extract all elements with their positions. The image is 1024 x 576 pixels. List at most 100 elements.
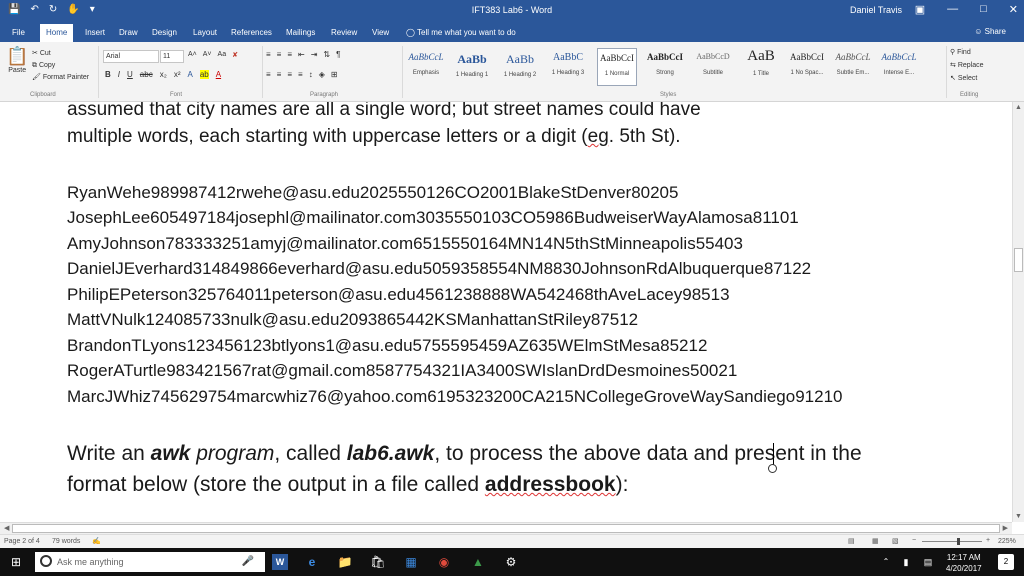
scroll-down-icon[interactable]: ▼ [1015,513,1022,520]
style-heading-1[interactable]: AaBb 1 Heading 1 [452,48,492,86]
font-size-dropdown[interactable]: 11 [160,50,184,63]
style-emphasis[interactable]: AaBbCcL Emphasis [406,48,446,86]
tab-view[interactable]: View [366,26,395,42]
paste-button[interactable]: 📋 Paste [6,46,28,74]
horizontal-scrollbar[interactable]: ◀ ▶ [0,522,1012,534]
select-button[interactable]: ↖ Select [950,72,984,85]
multilevel-list-icon[interactable]: ≡ [287,50,292,59]
increase-indent-icon[interactable]: ⇥ [311,50,318,59]
shrink-font-icon[interactable]: A˅ [203,51,212,59]
format-painter-button[interactable]: 🖌 Format Painter [32,72,89,84]
zoom-level[interactable]: 225% [998,538,1016,545]
notification-center-icon[interactable]: 2 [998,554,1014,570]
pilcrow-icon[interactable]: ¶ [336,50,340,59]
justify-icon[interactable]: ≡ [298,70,303,79]
scroll-thumb[interactable] [1014,248,1023,272]
shading-icon[interactable]: ◈ [319,70,325,79]
align-center-icon[interactable]: ≡ [277,70,282,79]
tab-draw[interactable]: Draw [113,26,144,42]
windows-start-icon[interactable]: ⊞ [8,554,24,570]
borders-icon[interactable]: ⊞ [331,70,338,79]
edge-icon[interactable]: e [304,554,320,570]
bullets-icon[interactable]: ≡ [266,50,271,59]
grow-font-icon[interactable]: A˄ [188,51,197,59]
bold-icon[interactable]: B [105,70,111,79]
tab-mailings[interactable]: Mailings [280,26,321,42]
subscript-icon[interactable]: x₂ [160,70,167,79]
change-case-icon[interactable]: Aa [218,51,227,59]
zoom-in-icon[interactable]: + [986,537,990,544]
style-heading-3[interactable]: AaBbC 1 Heading 3 [548,48,588,86]
italic-icon[interactable]: I [118,70,120,79]
store-icon[interactable]: 🛍 [370,554,386,570]
close-icon[interactable]: ✕ [1009,3,1018,16]
page-count[interactable]: Page 2 of 4 [4,538,40,545]
vertical-scrollbar[interactable]: ▲ ▼ [1012,102,1024,522]
read-mode-icon[interactable]: ▤ [848,537,855,545]
word-app-icon[interactable]: W [272,554,288,570]
numbering-icon[interactable]: ≡ [277,50,282,59]
word-count[interactable]: 79 words [52,538,80,545]
style-heading-2[interactable]: AaBb 1 Heading 2 [500,48,540,86]
strikethrough-icon[interactable]: abc [140,70,153,79]
clear-formatting-icon[interactable]: ✘ [232,51,238,59]
highlight-icon[interactable]: ab [199,70,209,79]
app-icon[interactable]: ▲ [470,554,486,570]
network-icon[interactable]: ▤ [920,554,936,570]
decrease-indent-icon[interactable]: ⇤ [298,50,305,59]
font-name-dropdown[interactable]: Arial [103,50,159,63]
maximize-icon[interactable]: □ [980,3,987,16]
scroll-left-icon[interactable]: ◀ [4,524,9,532]
hscroll-thumb[interactable] [12,524,1000,533]
tab-insert[interactable]: Insert [79,26,111,42]
superscript-icon[interactable]: x² [174,70,181,79]
cut-button[interactable]: ✂ Cut [32,48,89,60]
settings-gear-icon[interactable]: ⚙ [503,554,519,570]
text-effects-icon[interactable]: A [187,70,192,79]
proofing-icon[interactable]: ✍ [92,537,101,545]
zoom-slider-thumb[interactable] [957,538,960,545]
tab-home[interactable]: Home [40,24,74,42]
security-icon[interactable]: ▦ [403,554,419,570]
file-explorer-icon[interactable]: 📁 [337,554,353,570]
style-subtle-emphasis[interactable]: AaBbCcL Subtle Em... [833,48,873,86]
user-name[interactable]: Daniel Travis [850,5,902,15]
scroll-up-icon[interactable]: ▲ [1015,104,1022,111]
chrome-icon[interactable]: ◉ [436,554,452,570]
battery-icon[interactable]: ▮ [898,554,914,570]
style-normal[interactable]: AaBbCcI 1 Normal [597,48,637,86]
tell-me-box[interactable]: ◯ Tell me what you want to do [400,26,522,42]
align-right-icon[interactable]: ≡ [287,70,292,79]
tab-layout[interactable]: Layout [187,26,223,42]
spelling-error[interactable]: eg [588,126,609,147]
style-subtitle[interactable]: AaBbCcD Subtitle [693,48,733,86]
cortana-search-box[interactable]: Ask me anything [35,552,265,572]
line-spacing-icon[interactable]: ↕ [309,70,313,79]
font-color-icon[interactable]: A [216,70,221,79]
sort-icon[interactable]: ⇅ [323,50,330,59]
find-button[interactable]: ⚲ Find [950,46,984,59]
underline-icon[interactable]: U [127,70,133,79]
style-intense-emphasis[interactable]: AaBbCcL Intense E... [879,48,919,86]
system-clock[interactable]: 12:17 AM 4/20/2017 [946,552,982,574]
tab-review[interactable]: Review [325,26,363,42]
style-no-spacing[interactable]: AaBbCcI 1 No Spac... [787,48,827,86]
tab-design[interactable]: Design [146,26,183,42]
zoom-slider[interactable] [922,541,982,542]
print-layout-icon[interactable]: ▦ [872,537,879,545]
ribbon-display-icon[interactable]: ▣ [915,3,925,16]
minimize-icon[interactable]: — [947,3,958,16]
style-strong[interactable]: AaBbCcI Strong [645,48,685,86]
microphone-icon[interactable]: 🎤 [240,554,256,570]
style-title[interactable]: AaB 1 Title [741,48,781,86]
align-left-icon[interactable]: ≡ [266,70,271,79]
zoom-out-icon[interactable]: − [912,537,916,544]
tab-file[interactable]: File [6,26,31,42]
share-button[interactable]: ☺ Share [974,27,1006,36]
scroll-right-icon[interactable]: ▶ [1003,524,1008,532]
document-canvas[interactable]: assumed that city names are all a single… [0,102,1012,522]
replace-button[interactable]: ⇆ Replace [950,59,984,72]
chevron-up-icon[interactable]: ⌃ [878,554,894,570]
web-layout-icon[interactable]: ▧ [892,537,899,545]
tab-references[interactable]: References [225,26,278,42]
